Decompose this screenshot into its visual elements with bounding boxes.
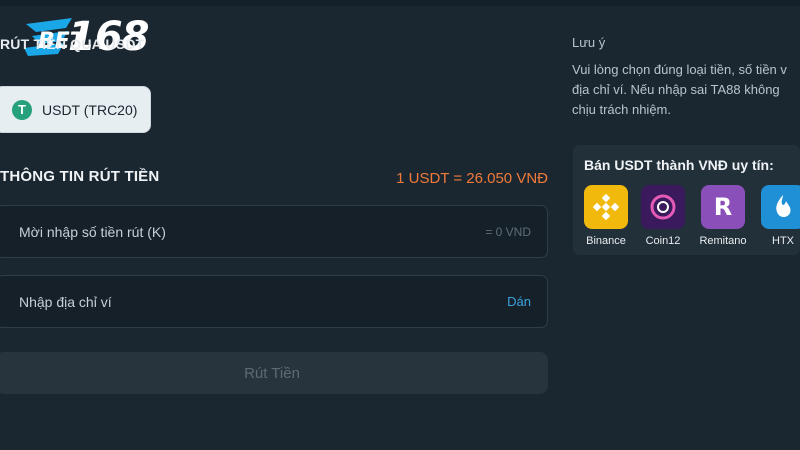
exchange-name: Binance <box>586 235 626 247</box>
currency-select-usdt-trc20[interactable]: T USDT (TRC20) <box>0 86 151 133</box>
wallet-placeholder: Nhập địa chỉ ví <box>19 293 112 310</box>
exchange-name: Remitano <box>699 235 747 247</box>
top-bar <box>0 0 800 6</box>
section-title: RÚT TIỀN QUA USDT <box>0 36 145 52</box>
note-line: địa chỉ ví. Nếu nhập sai TA88 không <box>572 82 780 97</box>
amount-conversion: = 0 VND <box>485 224 531 239</box>
exchange-name: HTX <box>772 235 794 247</box>
note-line: Vui lòng chọn đúng loại tiền, số tiền v <box>572 62 787 77</box>
withdraw-submit-button[interactable]: Rút Tiền <box>0 352 548 394</box>
exchange-title: Bán USDT thành VNĐ uy tín: <box>584 157 774 173</box>
binance-icon <box>584 185 628 229</box>
exchange-coin12[interactable]: Coin12 <box>633 185 693 247</box>
paste-button[interactable]: Dán <box>507 294 531 309</box>
note-body: Vui lòng chọn đúng loại tiền, số tiền v … <box>572 60 800 120</box>
amount-input[interactable]: Mời nhập số tiền rút (K) = 0 VND <box>0 205 548 258</box>
exchange-panel: Bán USDT thành VNĐ uy tín: Binance Coin1… <box>573 145 800 255</box>
withdraw-info-title: THÔNG TIN RÚT TIỀN <box>0 168 160 185</box>
htx-icon <box>761 185 800 229</box>
note-line: chịu trách nhiệm. <box>572 102 671 117</box>
wallet-address-input[interactable]: Nhập địa chỉ ví Dán <box>0 275 548 328</box>
exchange-name: Coin12 <box>645 235 681 247</box>
exchange-remitano[interactable]: R Remitano <box>693 185 753 247</box>
remitano-icon: R <box>701 185 745 229</box>
coin12-icon <box>641 185 685 229</box>
tether-icon: T <box>12 99 32 120</box>
exchange-binance[interactable]: Binance <box>576 185 636 247</box>
exchange-htx[interactable]: HTX <box>753 185 800 247</box>
amount-placeholder: Mời nhập số tiền rút (K) <box>19 223 166 240</box>
exchange-rate: 1 USDT = 26.050 VNĐ <box>396 170 548 187</box>
currency-label: USDT (TRC20) <box>42 101 138 118</box>
note-title: Lưu ý <box>572 35 606 50</box>
